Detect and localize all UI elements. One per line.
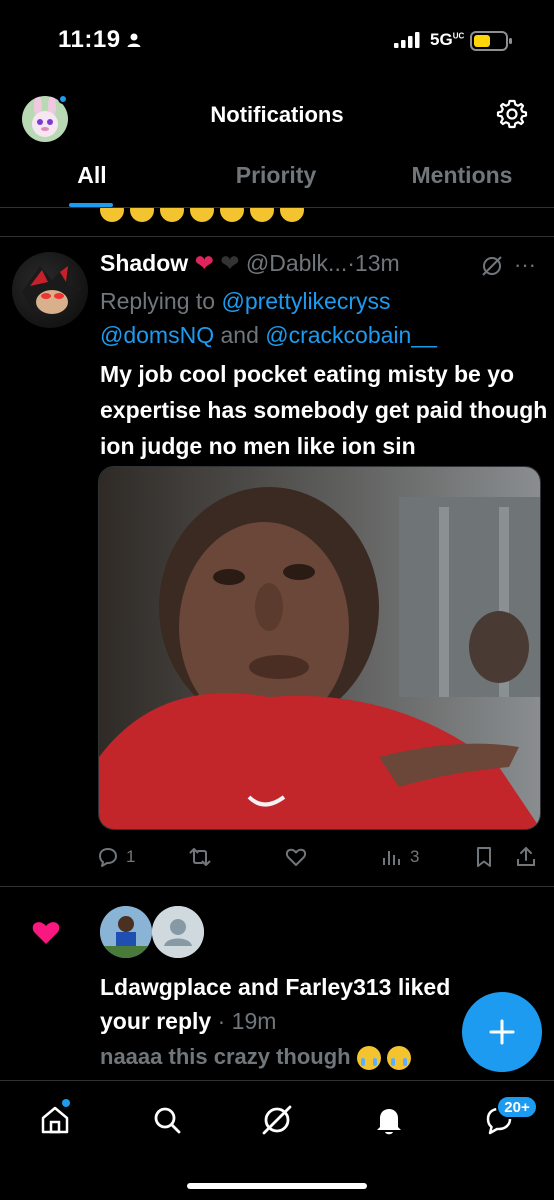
retweet-icon — [189, 848, 211, 866]
reply-button[interactable]: 1 — [96, 842, 135, 872]
red-heart-icon: ❤ — [194, 250, 214, 276]
home-indicator — [187, 1183, 367, 1189]
messages-badge: 20+ — [496, 1095, 538, 1119]
tweet-text: My job cool pocket eating misty be yo ex… — [100, 361, 548, 459]
bookmark-button[interactable] — [472, 842, 496, 872]
emoji-icon — [160, 208, 184, 222]
like-notification-time: 19m — [231, 1008, 277, 1034]
mention-link[interactable]: @crackcobain__ — [265, 322, 437, 348]
tweet-header: Shadow ❤ ❤ @Dablk...·13m — [100, 250, 540, 282]
like-button[interactable] — [284, 842, 314, 872]
crying-emoji-icon — [386, 1046, 411, 1071]
plus-icon — [489, 1019, 515, 1045]
tweet-media-image[interactable] — [98, 466, 541, 830]
signal-icon — [394, 32, 420, 48]
reply-count: 1 — [126, 847, 136, 866]
separator-dot: · — [347, 250, 355, 276]
bottom-nav: 20+ — [0, 1080, 554, 1200]
tweet-author-avatar[interactable] — [12, 252, 88, 328]
crying-emoji-icon — [356, 1046, 381, 1071]
grok-icon[interactable] — [480, 254, 504, 278]
heart-outline-icon — [285, 848, 307, 866]
replying-to-line: Replying to @prettylikecryss — [100, 288, 391, 314]
reply-icon — [99, 848, 117, 867]
emoji-icon — [100, 208, 124, 222]
black-heart-icon: ❤ — [220, 250, 240, 276]
emoji-icon — [190, 208, 214, 222]
divider — [0, 886, 554, 887]
tweet-time: 13m — [354, 250, 400, 276]
liker-avatar-default[interactable] — [152, 906, 204, 958]
tweet-actions: 1 3 — [96, 842, 546, 872]
views-button[interactable]: 3 — [380, 842, 419, 872]
retweet-button[interactable] — [188, 842, 218, 872]
tab-mentions[interactable]: Mentions — [370, 162, 554, 189]
previous-item-emoji-row — [100, 208, 340, 224]
views-count: 3 — [410, 847, 420, 866]
status-bar: 11:19 5GUC — [0, 0, 554, 84]
emoji-icon — [130, 208, 154, 222]
app-header: Notifications — [0, 84, 554, 144]
tab-all[interactable]: All — [0, 162, 184, 189]
divider — [0, 236, 554, 237]
gear-icon[interactable] — [496, 98, 528, 130]
status-time: 11:19 — [58, 26, 121, 53]
tweet-author-name[interactable]: Shadow — [100, 250, 188, 276]
replying-to-line-2: @domsNQ and @crackcobain__ — [100, 322, 437, 348]
search-icon[interactable] — [150, 1103, 184, 1137]
tab-priority[interactable]: Priority — [184, 162, 368, 189]
home-unread-dot — [62, 1099, 70, 1107]
page-title: Notifications — [210, 102, 344, 127]
bookmark-icon — [477, 847, 491, 867]
share-icon — [517, 846, 535, 866]
emoji-icon — [220, 208, 244, 222]
share-button[interactable] — [514, 842, 538, 872]
mention-link[interactable]: @prettylikecryss — [221, 288, 390, 314]
person-icon — [127, 33, 141, 47]
like-heart-icon — [32, 922, 60, 944]
emoji-icon — [250, 208, 274, 222]
notifications-bell-icon[interactable] — [372, 1103, 406, 1137]
active-tab-indicator — [69, 203, 113, 207]
battery-icon — [470, 31, 512, 51]
notification-tabs: All Priority Mentions — [0, 150, 554, 208]
liker-avatar[interactable] — [100, 906, 152, 958]
network-label: 5GUC — [430, 30, 465, 49]
mention-link[interactable]: @domsNQ — [100, 322, 214, 348]
tweet-author-handle[interactable]: @Dablk... — [246, 250, 347, 276]
grok-icon[interactable] — [260, 1103, 294, 1137]
home-icon[interactable] — [38, 1103, 72, 1137]
emoji-icon — [280, 208, 304, 222]
more-options-icon[interactable]: ··· — [514, 252, 536, 278]
compose-button[interactable] — [462, 992, 542, 1072]
views-chart-icon — [383, 851, 400, 865]
like-notification-text: Ldawgplace and Farley313 liked your repl… — [100, 974, 451, 1034]
